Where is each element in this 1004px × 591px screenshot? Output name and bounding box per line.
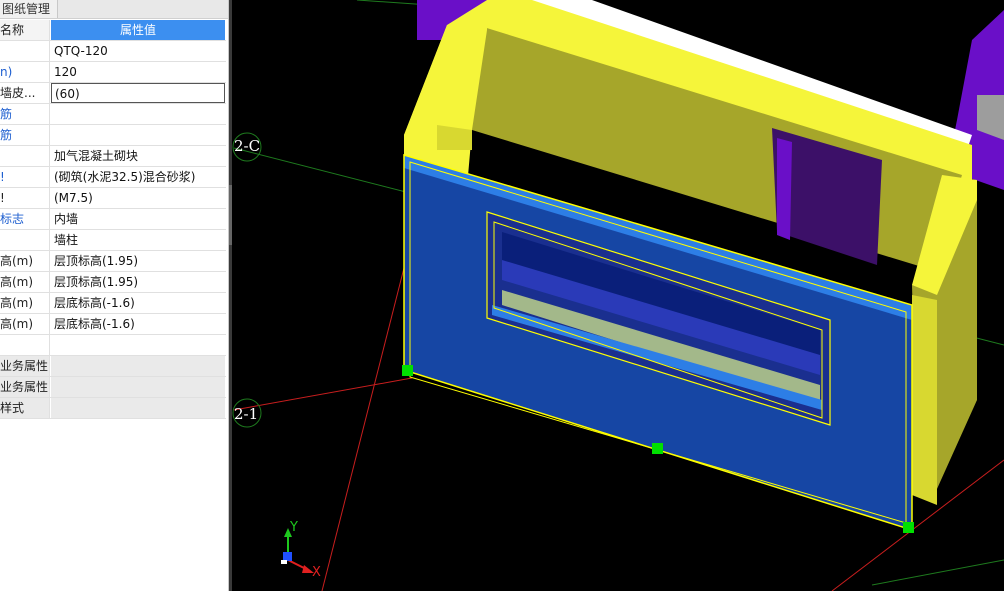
property-value-cell[interactable] (51, 377, 225, 397)
grip-left[interactable] (402, 365, 413, 376)
table-row[interactable]: 高(m) 层顶标高(1.95) (0, 251, 226, 272)
ucs-x-label: X (312, 565, 321, 580)
property-name-cell: 样式 (0, 398, 50, 418)
property-name-cell: 筋 (0, 125, 50, 145)
property-name-cell: n) (0, 62, 50, 82)
property-name-cell: 筋 (0, 104, 50, 124)
grid-line-2-1 (233, 377, 413, 411)
property-name-cell: 业务属性 (0, 356, 50, 376)
table-row[interactable]: QTQ-120 (0, 41, 226, 62)
property-name-cell: ! (0, 188, 50, 208)
grid-label-2c: 2-C (234, 137, 261, 155)
property-name-cell: 高(m) (0, 314, 50, 334)
table-row[interactable]: ! (砌筑(水泥32.5)混合砂浆) (0, 167, 226, 188)
3d-viewport[interactable]: 2-C 2-1 Y X (232, 0, 1004, 591)
table-row[interactable]: 加气混凝土砌块 (0, 146, 226, 167)
property-value-cell[interactable] (51, 398, 225, 418)
property-value-cell[interactable]: QTQ-120 (51, 41, 225, 61)
property-value-cell: 属性值 (51, 20, 225, 40)
property-value-cell[interactable] (51, 125, 225, 145)
property-value-cell[interactable] (51, 356, 225, 376)
property-name-cell: 标志 (0, 209, 50, 229)
panel-tab-bar: 图纸管理 (0, 0, 228, 19)
table-row[interactable] (0, 335, 226, 356)
property-value-cell[interactable]: 内墙 (51, 209, 225, 229)
property-name-cell: 业务属性 (0, 377, 50, 397)
property-value-cell[interactable]: 层底标高(-1.6) (51, 293, 225, 313)
property-name-cell (0, 146, 50, 166)
opening-jamb (777, 138, 792, 240)
ucs-y-label: Y (290, 520, 298, 535)
property-value-cell[interactable] (51, 104, 225, 124)
table-row[interactable]: 高(m) 层底标高(-1.6) (0, 293, 226, 314)
property-name-cell: 墙皮... (0, 83, 50, 103)
property-name-cell (0, 230, 50, 250)
property-value-cell[interactable]: 层顶标高(1.95) (51, 272, 225, 292)
table-row[interactable]: n) 120 (0, 62, 226, 83)
table-row[interactable]: 样式 (0, 398, 226, 419)
right-wall-front (912, 295, 937, 505)
property-name-cell (0, 41, 50, 61)
table-row[interactable]: 高(m) 层顶标高(1.95) (0, 272, 226, 293)
model-view (232, 0, 1004, 591)
table-row[interactable]: 业务属性 (0, 377, 226, 398)
property-value-cell[interactable] (51, 335, 225, 355)
property-panel: 图纸管理 名称 属性值 QTQ-120 n) 120 墙皮... (60) 筋筋加气混凝土砌块… (0, 0, 229, 591)
table-row[interactable]: 业务属性 (0, 356, 226, 377)
grip-middle[interactable] (652, 443, 663, 454)
table-row[interactable]: 筋 (0, 104, 226, 125)
property-name-cell: 高(m) (0, 293, 50, 313)
property-value-cell[interactable]: 层顶标高(1.95) (51, 251, 225, 271)
grid-label-2-1: 2-1 (234, 405, 259, 423)
table-row[interactable]: 标志 内墙 (0, 209, 226, 230)
property-value-cell[interactable]: 加气混凝土砌块 (51, 146, 225, 166)
property-value-cell[interactable]: 层底标高(-1.6) (51, 314, 225, 334)
table-row[interactable]: 筋 (0, 125, 226, 146)
property-value-cell[interactable]: (M7.5) (51, 188, 225, 208)
grip-right[interactable] (903, 522, 914, 533)
table-row[interactable]: 墙皮... (60) (0, 83, 226, 104)
table-row[interactable]: ! (M7.5) (0, 188, 226, 209)
table-row[interactable]: 墙柱 (0, 230, 226, 251)
property-value-cell[interactable]: 墙柱 (51, 230, 225, 250)
property-name-cell: 高(m) (0, 272, 50, 292)
property-value-cell[interactable]: (砌筑(水泥32.5)混合砂浆) (51, 167, 225, 187)
grid-line-bottom (871, 559, 1004, 586)
table-header-row: 名称 属性值 (0, 20, 226, 41)
table-row[interactable]: 高(m) 层底标高(-1.6) (0, 314, 226, 335)
property-value-cell[interactable]: 120 (51, 62, 225, 82)
property-name-cell: ! (0, 167, 50, 187)
property-value-cell[interactable]: (60) (51, 83, 225, 103)
tab-drawing-management[interactable]: 图纸管理 (0, 0, 58, 18)
property-name-cell: 高(m) (0, 251, 50, 271)
property-name-cell (0, 335, 50, 355)
property-name-cell: 名称 (0, 20, 50, 40)
